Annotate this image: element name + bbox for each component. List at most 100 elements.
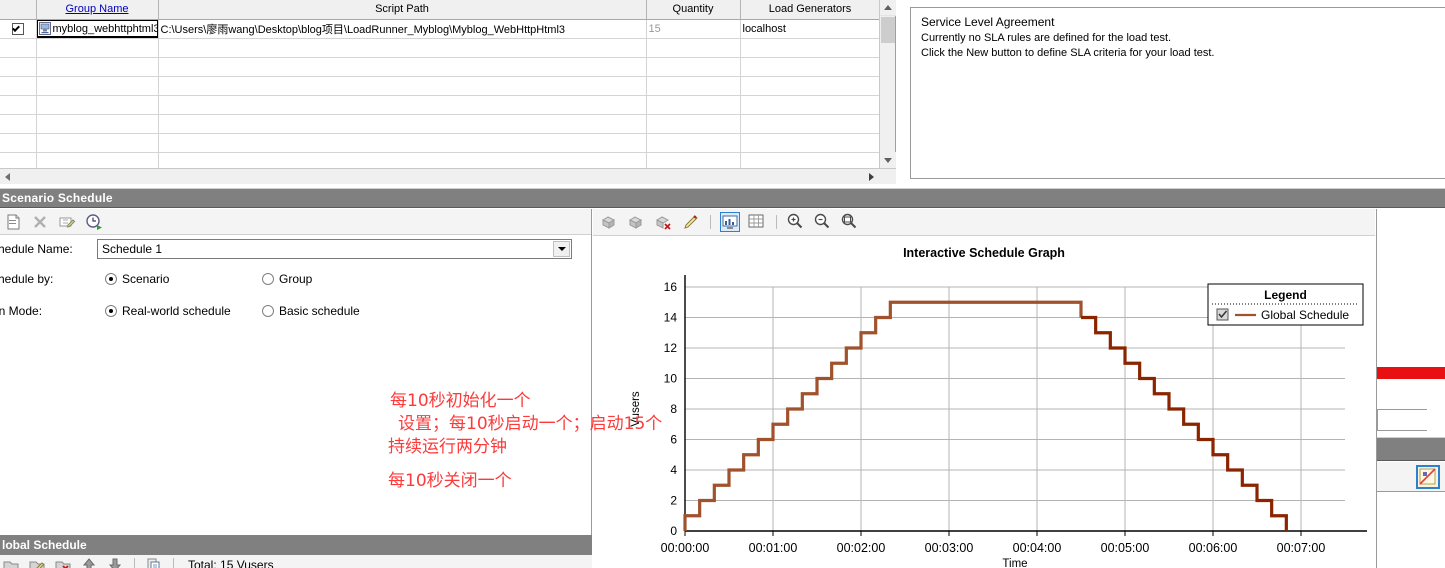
chevron-left-icon [5,173,10,181]
scroll-down-button[interactable] [880,152,896,168]
schedule-by-label: chedule by: [0,272,54,286]
radio-group[interactable]: Group [262,272,312,286]
global-schedule-title: lobal Schedule [2,538,87,552]
empty-cell [646,76,741,96]
y-axis-tick-label: 0 [670,524,677,538]
new-schedule-icon[interactable] [4,213,22,231]
radio-basic-label: Basic schedule [279,304,360,318]
script-path-cell[interactable]: C:\Users\廖雨wang\Desktop\blog项目\LoadRunne… [158,19,647,39]
vuser-group-grid[interactable]: Group Name Script Path Quantity Load Gen… [0,0,896,184]
empty-cell [158,114,647,134]
empty-cell [646,114,741,134]
empty-cell [646,38,741,58]
table-row-empty[interactable] [0,57,881,77]
run-mode-label: un Mode: [0,304,43,318]
grid-horizontal-scrollbar[interactable] [0,168,896,184]
schedule-name-combo[interactable]: Schedule 1 [97,239,572,259]
sla-title: Service Level Agreement [921,15,1055,29]
scenario-groups-pane: Group Name Script Path Quantity Load Gen… [0,0,1445,184]
radio-basic-schedule[interactable]: Basic schedule [262,304,360,318]
column-header-group-name[interactable]: Group Name [36,0,159,20]
delete-action-icon[interactable] [54,556,72,568]
edit-action-icon[interactable] [28,556,46,568]
empty-cell [36,76,159,96]
vuser-group-table: Group Name Script Path Quantity Load Gen… [0,0,881,172]
group-name-cell[interactable]: myblog_webhttphtml3 [36,19,159,39]
table-row-empty[interactable] [0,133,881,153]
empty-cell [646,57,741,77]
total-vusers-label: Total: 15 Vusers [188,558,274,568]
radio-basic-indicator[interactable] [262,305,274,317]
group-name-editor[interactable]: myblog_webhttphtml3 [36,19,158,37]
copy-icon[interactable] [145,556,163,568]
status-bar-red [1377,367,1445,379]
mini-box [1377,409,1427,431]
column-header-load-generators[interactable]: Load Generators [740,0,881,20]
row-checkbox[interactable] [11,22,24,35]
chevron-down-icon [884,158,892,163]
empty-cell [740,95,881,115]
scenario-schedule-title: Scenario Schedule [2,191,113,205]
schedule-name-value: Schedule 1 [102,242,163,256]
toggle-graph-icon[interactable] [1416,465,1440,489]
table-row-empty[interactable] [0,38,881,58]
empty-cell [158,133,647,153]
empty-cell [0,57,37,77]
script-icon [38,22,51,35]
add-action-icon[interactable] [2,556,20,568]
run-mode-row: un Mode: Real-world schedule Basic sched… [0,295,591,327]
legend-title: Legend [1264,288,1307,302]
table-row-empty[interactable] [0,114,881,134]
scroll-up-button[interactable] [880,0,896,16]
grid-vertical-scrollbar[interactable] [879,0,896,168]
empty-cell [36,57,159,77]
scroll-right-button[interactable] [864,169,880,185]
y-axis-tick-label: 2 [670,494,677,508]
move-up-icon[interactable] [80,556,98,568]
y-axis-tick-label: 6 [670,433,677,447]
sla-line-1: Currently no SLA rules are defined for t… [921,32,1172,44]
schedule-graph-plot[interactable]: 0 2 4 6 8 10 12 14 16 00:00:00 00:01:00 00:02:00 00:… [593,209,1375,568]
group-name-value: myblog_webhttphtml3 [52,22,158,35]
delete-schedule-icon[interactable] [31,213,49,231]
radio-scenario-indicator[interactable] [105,273,117,285]
empty-cell [646,95,741,115]
scroll-left-button[interactable] [0,169,16,185]
toolbar-separator [134,558,135,568]
radio-real-world-indicator[interactable] [105,305,117,317]
radio-real-world-schedule[interactable]: Real-world schedule [105,304,262,318]
table-row-empty[interactable] [0,76,881,96]
radio-scenario[interactable]: Scenario [105,272,262,286]
empty-cell [740,114,881,134]
column-header-select[interactable] [0,0,37,20]
move-down-icon[interactable] [106,556,124,568]
chart-legend[interactable]: Legend Global Schedule [1207,283,1364,326]
scroll-thumb[interactable] [881,17,895,43]
table-row[interactable]: myblog_webhttphtml3 C:\Users\廖雨wang\Desk… [0,19,881,39]
empty-cell [740,133,881,153]
y-axis-tick-label: 14 [664,311,678,325]
table-row-empty[interactable] [0,95,881,115]
schedule-clock-icon[interactable] [85,213,103,231]
mini-titlebar [1377,437,1445,461]
y-axis-tick-label: 10 [664,372,678,386]
column-header-quantity[interactable]: Quantity [646,0,741,20]
empty-cell [0,38,37,58]
chevron-down-icon[interactable] [553,241,570,257]
rename-schedule-icon[interactable] [58,213,76,231]
x-axis-tick-label: 00:00:00 [661,541,710,555]
schedule-series-line [1081,315,1288,531]
sla-line-2: Click the New button to define SLA crite… [921,47,1215,59]
empty-cell [158,95,647,115]
schedule-settings-pane: chedule Name: Schedule 1 chedule by: Sce… [0,209,592,568]
global-schedule-toolbar: Total: 15 Vusers [0,555,592,568]
quantity-cell[interactable]: 15 [646,19,741,39]
x-axis-tick-label: 00:06:00 [1189,541,1238,555]
column-header-script-path[interactable]: Script Path [158,0,647,20]
radio-group-label: Group [279,272,313,286]
row-select-cell[interactable] [0,19,37,39]
radio-group-indicator[interactable] [262,273,274,285]
load-generators-cell[interactable]: localhost [740,19,881,39]
empty-cell [0,114,37,134]
empty-cell [158,76,647,96]
